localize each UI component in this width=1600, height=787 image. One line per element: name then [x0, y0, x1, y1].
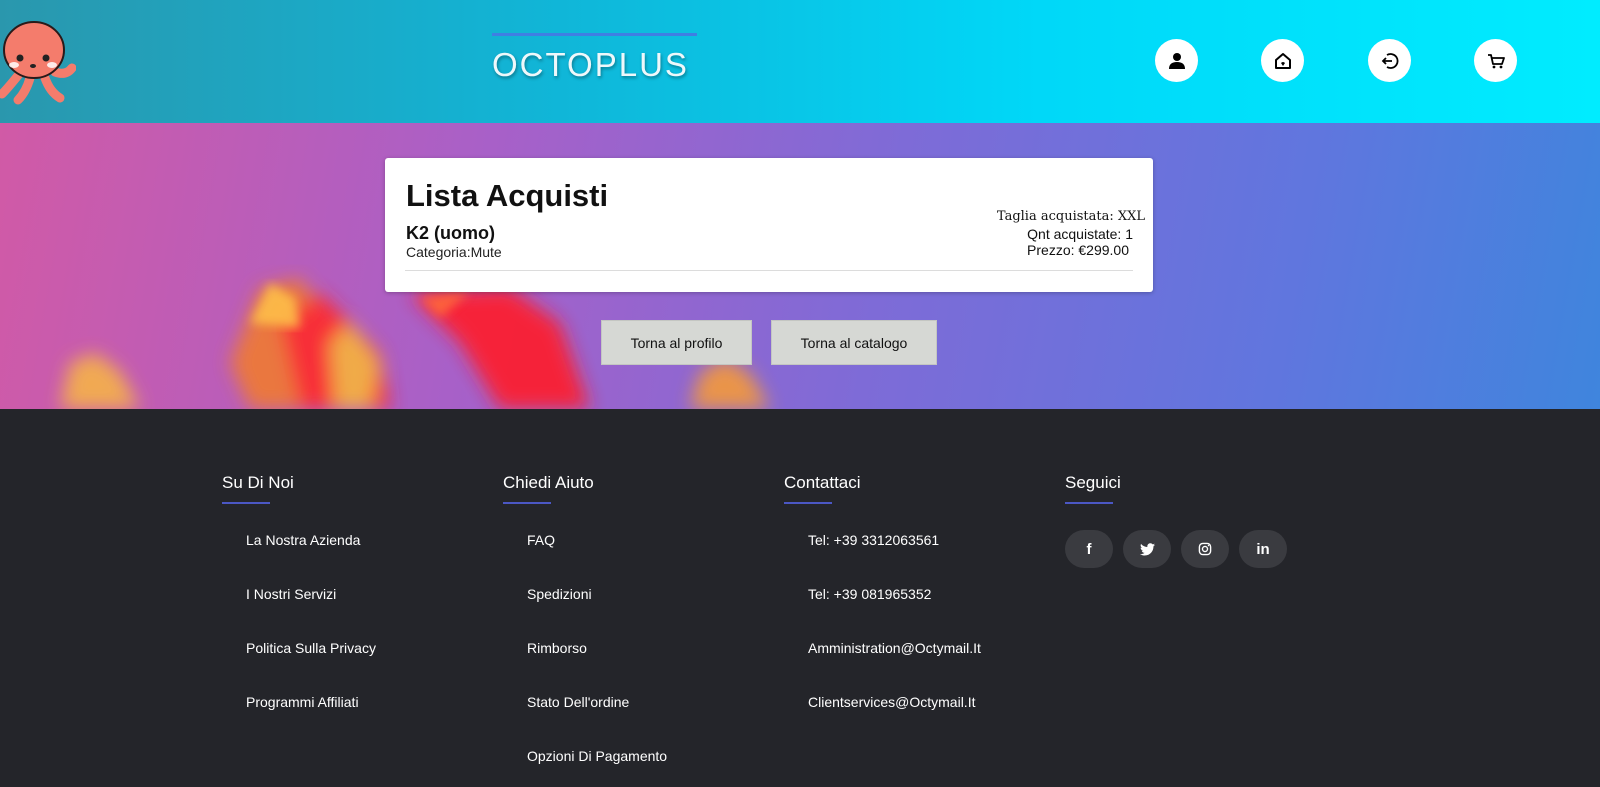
footer-email-clientservices[interactable]: Clientservices@Octymail.It — [808, 694, 1054, 748]
footer-heading-follow: Seguici — [1065, 473, 1121, 492]
product-category: Categoria:Mute — [406, 244, 502, 260]
linkedin-icon[interactable]: in — [1239, 530, 1287, 568]
item-divider — [405, 270, 1133, 271]
purchase-list-card: Lista Acquisti K2 (uomo) Categoria:Mute … — [385, 158, 1153, 292]
heading-underline — [784, 502, 832, 504]
heading-underline — [1065, 502, 1113, 504]
heading-underline — [503, 502, 551, 504]
purchase-list-title: Lista Acquisti — [406, 178, 609, 213]
footer-link-refund[interactable]: Rimborso — [527, 640, 773, 694]
purchased-size: Taglia acquistata: XXL — [996, 209, 1145, 224]
logout-icon[interactable] — [1368, 39, 1411, 82]
footer-phone-2[interactable]: Tel: +39 081965352 — [808, 586, 1054, 640]
twitter-icon[interactable] — [1123, 530, 1171, 568]
home-icon[interactable] — [1261, 39, 1304, 82]
footer-column-contact: Contattaci Tel: +39 3312063561 Tel: +39 … — [784, 473, 1054, 748]
footer-column-help: Chiedi Aiuto FAQ Spedizioni Rimborso Sta… — [503, 473, 773, 787]
facebook-icon[interactable]: f — [1065, 530, 1113, 568]
footer-heading-contact: Contattaci — [784, 473, 861, 492]
user-icon[interactable] — [1155, 39, 1198, 82]
product-price: Prezzo: €299.00 — [1027, 242, 1129, 258]
purchased-quantity: Qnt acquistate: 1 — [1027, 226, 1133, 242]
footer-phone-1[interactable]: Tel: +39 3312063561 — [808, 532, 1054, 586]
footer-link-services[interactable]: I Nostri Servizi — [246, 586, 492, 640]
footer-link-affiliates[interactable]: Programmi Affiliati — [246, 694, 492, 748]
footer-email-admin[interactable]: Amministration@Octymail.It — [808, 640, 1054, 694]
brand-accent-bar — [492, 33, 697, 36]
instagram-icon[interactable] — [1181, 530, 1229, 568]
footer-link-faq[interactable]: FAQ — [527, 532, 773, 586]
footer-column-about: Su Di Noi La Nostra Azienda I Nostri Ser… — [222, 473, 492, 748]
brand-title[interactable]: OCTOPLUS — [492, 46, 689, 84]
octopus-logo[interactable] — [0, 18, 77, 108]
site-header: OCTOPLUS — [0, 0, 1600, 123]
footer-link-privacy[interactable]: Politica Sulla Privacy — [246, 640, 492, 694]
product-name: K2 (uomo) — [406, 223, 495, 243]
cart-icon[interactable] — [1474, 39, 1517, 82]
footer-heading-help: Chiedi Aiuto — [503, 473, 594, 492]
footer-heading-about: Su Di Noi — [222, 473, 294, 492]
footer-link-order-status[interactable]: Stato Dell'ordine — [527, 694, 773, 748]
footer-link-company[interactable]: La Nostra Azienda — [246, 532, 492, 586]
social-links: f in — [1065, 530, 1335, 568]
footer-link-payment-options[interactable]: Opzioni Di Pagamento — [527, 748, 773, 787]
site-footer: Su Di Noi La Nostra Azienda I Nostri Ser… — [0, 409, 1600, 787]
footer-link-shipping[interactable]: Spedizioni — [527, 586, 773, 640]
back-to-catalog-button[interactable]: Torna al catalogo — [771, 320, 937, 365]
footer-column-follow: Seguici f in — [1065, 473, 1335, 568]
back-to-profile-button[interactable]: Torna al profilo — [601, 320, 752, 365]
heading-underline — [222, 502, 270, 504]
